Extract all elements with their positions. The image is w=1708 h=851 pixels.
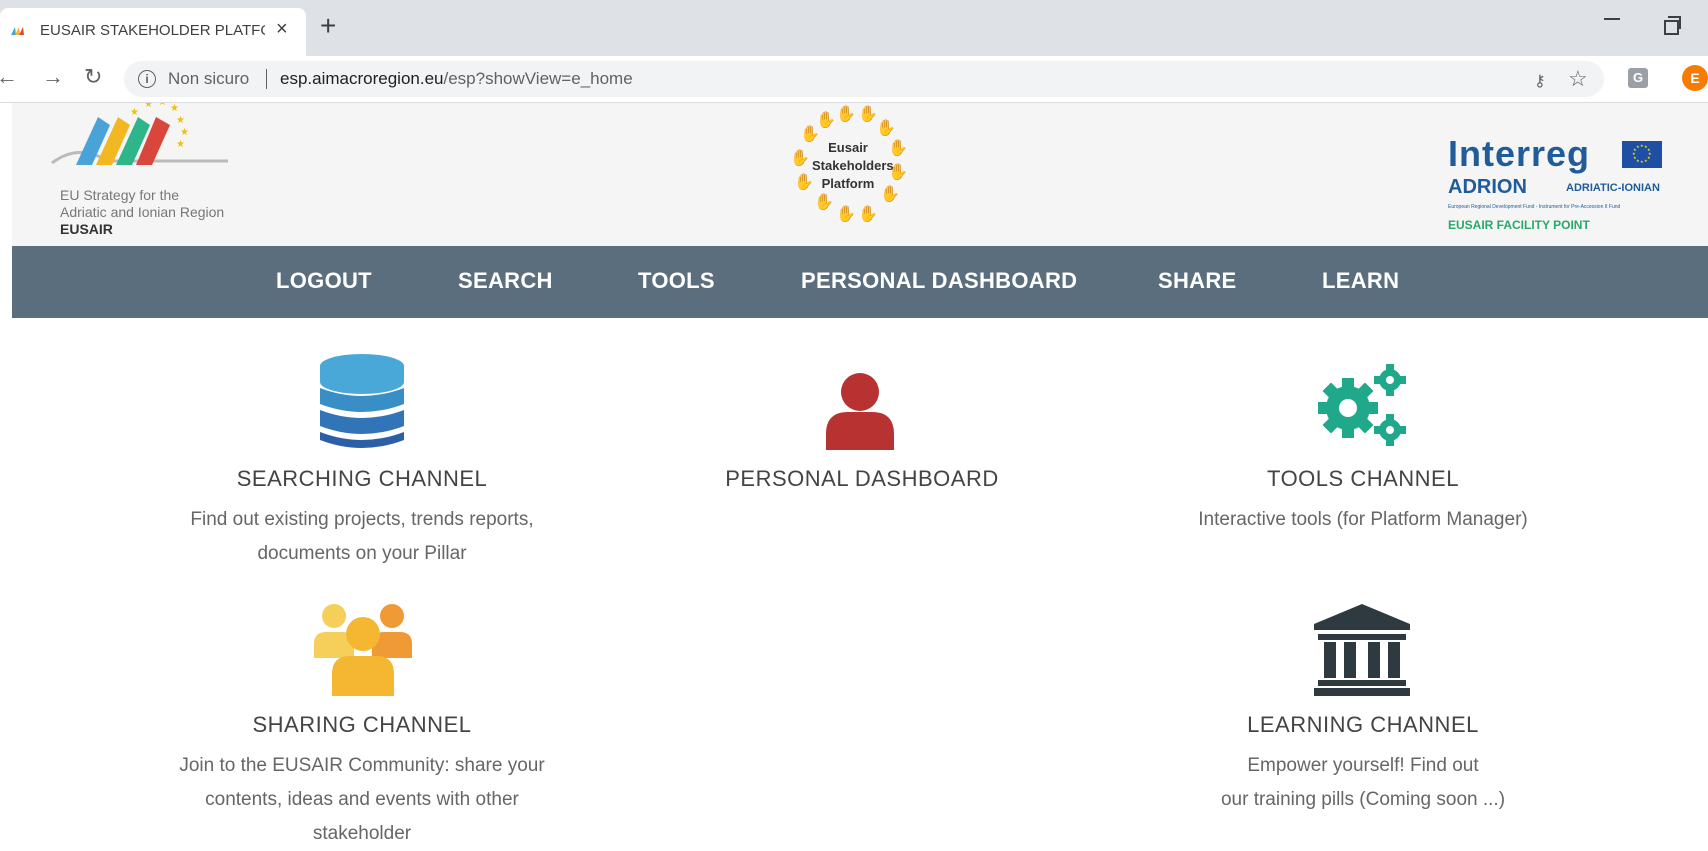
close-tab-icon[interactable]: × — [276, 18, 288, 41]
svg-text:★: ★ — [176, 139, 185, 150]
svg-text:✋: ✋ — [816, 110, 836, 129]
main-nav: LOGOUT SEARCH TOOLS PERSONAL DASHBOARD S… — [12, 246, 1708, 318]
new-tab-icon[interactable]: + — [320, 12, 336, 40]
nav-learn[interactable]: LEARN — [1322, 268, 1399, 294]
gears-icon[interactable] — [1314, 360, 1412, 450]
interreg-logo[interactable]: Interreg ★ ★ ★ ★ ★ ★ ★ ★ ★ ★ ★ ★ ADRION ADRIATIC-IO… — [1448, 136, 1668, 236]
svg-text:✋: ✋ — [858, 204, 878, 223]
browser-toolbar: ← → ↻ i Non sicuro esp.aimacroregion.eu/… — [0, 56, 1708, 103]
institution-icon[interactable] — [1314, 604, 1410, 696]
tools-desc-line1: Interactive tools (for Platform Manager) — [1198, 509, 1528, 530]
esp-logo-line3: Platform — [821, 176, 875, 191]
svg-text:★: ★ — [176, 115, 185, 126]
extension-icon[interactable]: G — [1628, 68, 1648, 88]
svg-text:✋: ✋ — [858, 104, 878, 123]
security-status: Non sicuro — [168, 69, 250, 88]
svg-text:★: ★ — [170, 103, 179, 114]
browser-tab[interactable]: EUSAIR STAKEHOLDER PLATFORM × — [0, 8, 306, 56]
tab-title: EUSAIR STAKEHOLDER PLATFORM — [40, 22, 265, 39]
interreg-fund-text: European Regional Development Fund - Ins… — [1448, 204, 1621, 210]
nav-logout[interactable]: LOGOUT — [276, 268, 372, 294]
minimize-window-icon[interactable] — [1604, 18, 1620, 20]
eu-flag-icon: ★ ★★★★★★★★★★★ — [1622, 141, 1662, 168]
users-icon[interactable] — [314, 604, 412, 696]
site-header: ★★★★★★★ EU Strategy for the Adriatic and… — [12, 103, 1708, 246]
sharing-desc-line2: contents, ideas and events with other — [205, 789, 519, 810]
sharing-channel-title[interactable]: SHARING CHANNEL — [162, 712, 562, 738]
svg-text:★: ★ — [130, 107, 139, 118]
learning-channel-title[interactable]: LEARNING CHANNEL — [1163, 712, 1563, 738]
nav-personal-dashboard[interactable]: PERSONAL DASHBOARD — [801, 268, 1077, 294]
sharing-desc-line1: Join to the EUSAIR Community: share your — [179, 755, 545, 776]
database-icon[interactable] — [318, 352, 406, 454]
svg-text:★: ★ — [1640, 159, 1644, 164]
searching-desc-line2: documents on your Pillar — [257, 543, 467, 564]
svg-text:★: ★ — [1644, 158, 1648, 163]
restore-window-icon[interactable] — [1664, 16, 1681, 35]
svg-text:✋: ✋ — [790, 148, 810, 167]
eusair-tagline-line1: EU Strategy for the — [60, 187, 180, 203]
searching-desc-line1: Find out existing projects, trends repor… — [190, 509, 534, 530]
forward-icon[interactable]: → — [42, 64, 64, 90]
dashboard-channel-title[interactable]: PERSONAL DASHBOARD — [662, 466, 1062, 492]
learning-desc-line1: Empower yourself! Find out — [1247, 755, 1479, 776]
searching-channel-desc: Find out existing projects, trends repor… — [142, 503, 582, 571]
nav-search[interactable]: SEARCH — [458, 268, 553, 294]
svg-text:✋: ✋ — [836, 204, 856, 223]
svg-text:✋: ✋ — [876, 118, 896, 137]
address-bar[interactable]: i Non sicuro esp.aimacroregion.eu/esp?sh… — [124, 61, 1604, 97]
svg-text:✋: ✋ — [794, 172, 814, 191]
tab-favicon-icon — [11, 27, 24, 35]
browser-tab-bar: EUSAIR STAKEHOLDER PLATFORM × + — [0, 0, 1708, 56]
svg-text:★: ★ — [144, 103, 153, 110]
bookmark-star-icon[interactable]: ☆ — [1568, 66, 1588, 92]
svg-text:★: ★ — [1636, 158, 1640, 163]
interreg-title: Interreg — [1448, 133, 1591, 174]
nav-share[interactable]: SHARE — [1158, 268, 1237, 294]
site-info-icon[interactable]: i — [138, 70, 156, 88]
nav-tools[interactable]: TOOLS — [638, 268, 715, 294]
svg-text:✋: ✋ — [814, 192, 834, 211]
address-separator — [266, 69, 267, 89]
eusair-name: EUSAIR — [60, 221, 113, 237]
user-icon[interactable] — [824, 372, 896, 450]
profile-avatar[interactable]: E — [1682, 65, 1708, 91]
adrion-label: ADRION — [1448, 176, 1527, 198]
svg-text:✋: ✋ — [836, 104, 856, 123]
sharing-desc-line3: stakeholder — [312, 823, 412, 844]
eusair-tagline-line2: Adriatic and Ionian Region — [60, 204, 225, 220]
svg-text:★: ★ — [1636, 144, 1640, 149]
adriatic-ionian-label: ADRIATIC-IONIAN — [1566, 182, 1660, 194]
url-host: esp.aimacroregion.eu — [280, 69, 444, 88]
svg-text:★: ★ — [180, 127, 189, 138]
esp-logo-text: Eusair Stakeholders Platform — [812, 139, 894, 193]
password-key-icon[interactable]: ⚷ — [1534, 71, 1546, 91]
back-icon[interactable]: ← — [0, 64, 18, 90]
esp-logo-line2: Stakeholders — [812, 158, 894, 173]
svg-text:★: ★ — [158, 103, 167, 108]
facility-point-label: EUSAIR FACILITY POINT — [1448, 218, 1590, 232]
url-path: /esp?showView=e_home — [443, 69, 633, 88]
eusair-tagline: EU Strategy for the Adriatic and Ionian … — [60, 187, 224, 238]
learning-desc-line2: our training pills (Coming soon ...) — [1220, 789, 1506, 810]
sharing-channel-desc: Join to the EUSAIR Community: share your… — [142, 749, 582, 851]
svg-text:★: ★ — [1647, 155, 1651, 160]
tools-channel-title[interactable]: TOOLS CHANNEL — [1163, 466, 1563, 492]
reload-icon[interactable]: ↻ — [84, 64, 102, 90]
svg-text:✋: ✋ — [888, 138, 908, 157]
learning-channel-desc: Empower yourself! Find out our training … — [1143, 749, 1583, 817]
url-text[interactable]: esp.aimacroregion.eu/esp?showView=e_home — [280, 69, 633, 89]
tools-channel-desc: Interactive tools (for Platform Manager) — [1143, 503, 1583, 537]
esp-logo-line1: Eusair — [828, 140, 868, 155]
searching-channel-title[interactable]: SEARCHING CHANNEL — [162, 466, 562, 492]
